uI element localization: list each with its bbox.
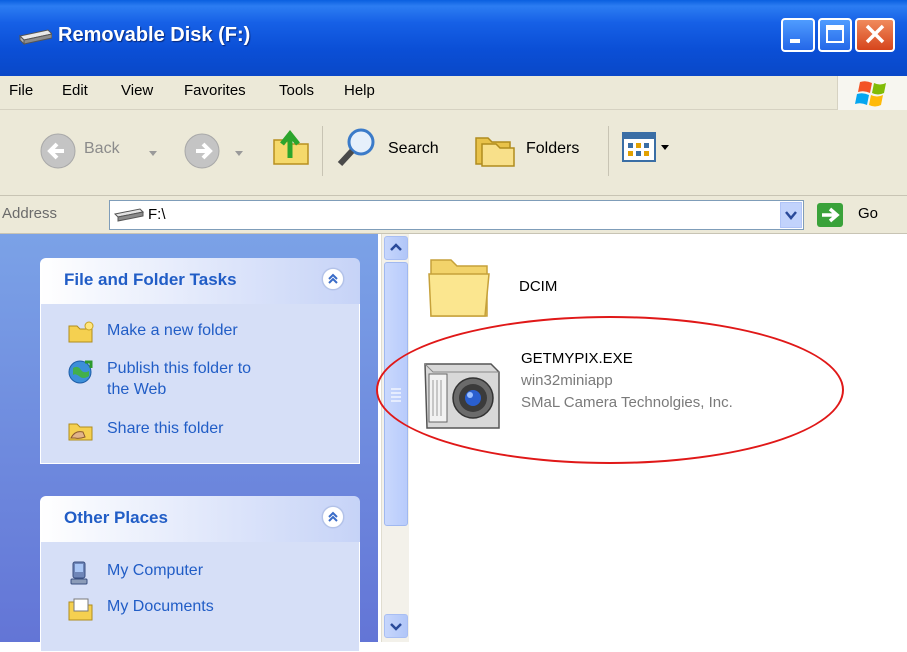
collapse-button[interactable] <box>322 506 344 528</box>
up-folder-button[interactable] <box>268 124 318 176</box>
chevron-up-double-icon <box>328 511 338 522</box>
task-pane: File and Folder Tasks Make a new folder … <box>0 234 378 652</box>
address-input[interactable]: F:\ <box>109 200 804 230</box>
windows-logo-icon <box>837 76 907 110</box>
removable-drive-icon <box>114 208 144 222</box>
panel-header[interactable]: Other Places <box>40 496 360 542</box>
address-dropdown-button[interactable] <box>780 202 802 228</box>
go-button[interactable] <box>814 200 894 230</box>
forward-arrow-icon <box>184 133 220 169</box>
panel-body: My Computer My Documents <box>40 542 360 652</box>
address-bar: Address F:\ Go <box>0 196 907 234</box>
toolbar: Back Search Folders <box>0 110 907 196</box>
menu-tools[interactable]: Tools <box>279 82 314 99</box>
panel-body: Make a new folder Publish this folder to… <box>40 304 360 464</box>
panel-title: Other Places <box>64 508 168 527</box>
vertical-scrollbar[interactable] <box>381 234 409 642</box>
folder-icon <box>428 259 490 317</box>
back-arrow-icon <box>40 133 76 169</box>
folders-button[interactable]: Folders <box>472 124 602 176</box>
chevron-down-icon <box>149 151 157 156</box>
go-label[interactable]: Go <box>858 205 878 222</box>
address-label: Address <box>2 205 58 222</box>
file-folder-tasks-panel: File and Folder Tasks Make a new folder … <box>40 258 360 464</box>
chevron-down-icon <box>785 211 797 220</box>
chevron-down-icon <box>661 145 669 150</box>
address-value: F:\ <box>148 206 166 223</box>
toolbar-separator <box>322 126 323 176</box>
menu-edit[interactable]: Edit <box>62 82 88 99</box>
panel-header[interactable]: File and Folder Tasks <box>40 258 360 304</box>
other-places-panel: Other Places My Computer My Documents <box>40 496 360 652</box>
collapse-button[interactable] <box>322 268 344 290</box>
chevron-down-icon <box>390 623 402 631</box>
go-arrow-icon <box>817 203 843 227</box>
my-computer-icon <box>70 561 88 585</box>
back-button[interactable]: Back <box>32 126 162 176</box>
maximize-button[interactable] <box>818 18 852 52</box>
share-folder-icon <box>68 423 93 441</box>
views-icon <box>622 132 656 162</box>
search-button[interactable]: Search <box>334 124 458 176</box>
forward-button[interactable] <box>178 126 248 176</box>
close-button[interactable] <box>855 18 895 52</box>
menu-file[interactable]: File <box>9 82 33 99</box>
chevron-up-double-icon <box>328 273 338 284</box>
menu-favorites[interactable]: Favorites <box>184 82 246 99</box>
folders-label: Folders <box>526 140 580 157</box>
menu-help[interactable]: Help <box>344 82 375 99</box>
title-bar: Removable Disk (F:) <box>0 0 907 76</box>
removable-drive-icon <box>18 29 52 46</box>
panel-title: File and Folder Tasks <box>64 270 237 289</box>
chevron-down-icon <box>235 151 243 156</box>
search-label: Search <box>388 140 439 157</box>
window-title: Removable Disk (F:) <box>58 24 251 46</box>
toolbar-separator <box>608 126 609 176</box>
menu-view[interactable]: View <box>121 82 153 99</box>
views-button[interactable] <box>622 130 688 170</box>
minimize-button[interactable] <box>781 18 815 52</box>
back-label: Back <box>84 140 120 157</box>
file-name: DCIM <box>519 278 558 295</box>
chevron-up-icon <box>390 243 402 251</box>
menu-bar: File Edit View Favorites Tools Help <box>0 76 907 110</box>
folders-icon <box>475 137 515 167</box>
new-folder-icon <box>68 321 94 343</box>
scroll-down-button[interactable] <box>384 614 408 638</box>
up-folder-icon <box>273 129 309 165</box>
my-documents-icon <box>68 598 93 621</box>
scroll-up-button[interactable] <box>384 236 408 260</box>
search-icon <box>337 128 375 167</box>
highlight-annotation-circle <box>376 316 844 464</box>
publish-web-icon <box>68 360 93 384</box>
